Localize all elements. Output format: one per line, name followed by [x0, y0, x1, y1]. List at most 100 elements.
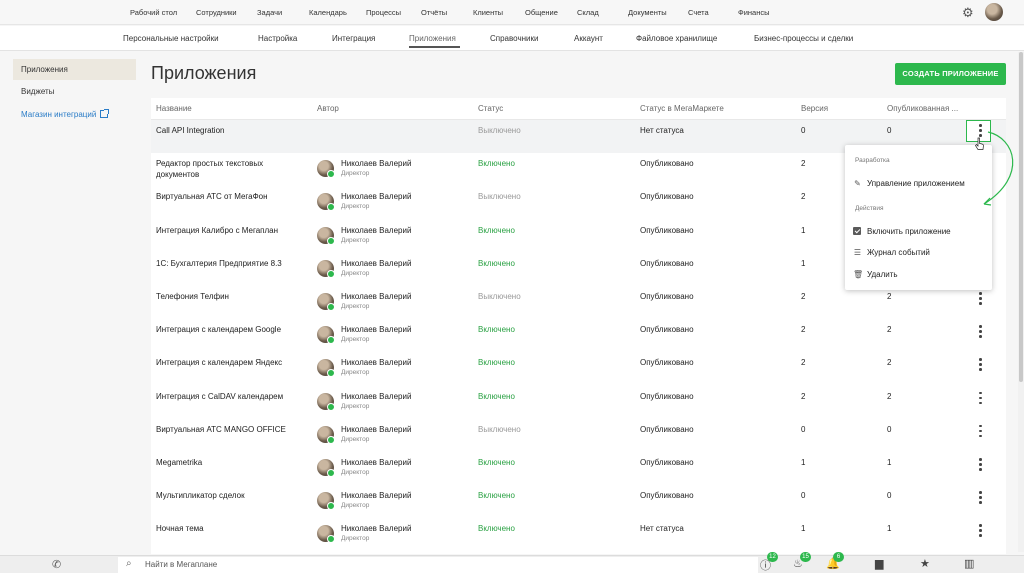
- fire-icon[interactable]: ♨ 15: [793, 552, 811, 570]
- tab-applications[interactable]: Приложения: [409, 34, 456, 43]
- table-row[interactable]: Интеграция с календарем Google Николаев В…: [151, 319, 1006, 352]
- cell-app-name[interactable]: Телефония Телфин: [156, 292, 229, 301]
- topnav-item-warehouse[interactable]: Склад: [577, 8, 599, 17]
- cell-app-name[interactable]: Интеграция с CalDAV календарем: [156, 392, 283, 401]
- cell-app-name[interactable]: Интеграция Калибро с Мегаплан: [156, 226, 278, 235]
- topnav-item-documents[interactable]: Документы: [628, 8, 667, 17]
- cell-version: 0: [801, 491, 806, 501]
- topnav-item-communication[interactable]: Общение: [525, 8, 558, 17]
- topnav-item-calendar[interactable]: Календарь: [309, 8, 347, 17]
- fire-badge: 15: [800, 552, 811, 562]
- global-search[interactable]: ⌕ Найти в Мегаплане: [118, 557, 758, 573]
- more-vertical-icon[interactable]: [975, 424, 985, 439]
- sidebar-item-widgets[interactable]: Виджеты: [13, 81, 136, 102]
- search-icon: ⌕: [126, 558, 132, 569]
- cell-market-status: Опубликовано: [640, 424, 694, 434]
- column-header-name[interactable]: Название: [156, 104, 192, 113]
- column-header-status[interactable]: Статус: [478, 104, 503, 113]
- cell-version: 2: [801, 391, 806, 401]
- cell-author-role: Директор: [341, 236, 370, 244]
- table-row[interactable]: Виртуальная АТС MANGO OFFICE Николаев Вал…: [151, 419, 1006, 452]
- cell-app-name[interactable]: Megametrika: [156, 458, 202, 467]
- gear-icon[interactable]: ⚙: [962, 6, 975, 19]
- cell-app-name[interactable]: Виртуальная АТС от МегаФон: [156, 192, 268, 201]
- tab-directories[interactable]: Справочники: [490, 34, 538, 43]
- cell-app-name[interactable]: Интеграция с календарем Google: [156, 325, 281, 334]
- menu-item-enable-app[interactable]: Включить приложение: [853, 226, 951, 236]
- table-row[interactable]: Megametrika Николаев Валерий Директор Включ…: [151, 452, 1006, 485]
- table-row[interactable]: Интеграция с календарем Яндекс Николаев В…: [151, 352, 1006, 385]
- topnav-item-tasks[interactable]: Задачи: [257, 8, 282, 17]
- menu-item-delete[interactable]: 🗑 Удалить: [853, 270, 898, 279]
- alert-icon[interactable]: ⓘ 12: [760, 552, 778, 573]
- table-row[interactable]: Телефония Телфин Николаев Валерий Директор…: [151, 286, 1006, 319]
- phone-icon[interactable]: ✆: [52, 558, 61, 571]
- more-vertical-icon[interactable]: [975, 325, 985, 339]
- author-avatar: [317, 459, 335, 477]
- cell-author-role: Директор: [341, 435, 370, 443]
- tab-integration[interactable]: Интеграция: [332, 34, 375, 43]
- menu-item-manage-app[interactable]: ✎ Управление приложением: [853, 179, 965, 188]
- scrollbar-thumb[interactable]: [1019, 52, 1023, 382]
- more-vertical-icon[interactable]: [975, 358, 985, 372]
- sidebar: Приложения Виджеты Магазин интеграций: [0, 52, 144, 552]
- column-header-author[interactable]: Автор: [317, 104, 339, 113]
- author-avatar: [317, 525, 335, 544]
- more-vertical-icon[interactable]: [975, 292, 985, 306]
- cell-status: Включено: [478, 225, 515, 235]
- topnav-item-employees[interactable]: Сотрудники: [196, 8, 237, 17]
- cell-market-status: Опубликовано: [640, 258, 694, 268]
- column-header-published[interactable]: Опубликованная ...: [887, 104, 958, 113]
- cell-app-name[interactable]: 1С: Бухгалтерия Предприятие 8.3: [156, 259, 282, 268]
- more-vertical-icon[interactable]: [975, 391, 985, 406]
- cell-published-version: 2: [887, 391, 892, 401]
- chat-icon[interactable]: ▆: [875, 557, 883, 570]
- user-avatar[interactable]: [985, 3, 1003, 21]
- star-icon[interactable]: ★: [920, 557, 930, 570]
- topnav-item-reports[interactable]: Отчёты: [421, 8, 447, 17]
- tab-business-processes[interactable]: Бизнес-процессы и сделки: [754, 34, 853, 43]
- tab-file-storage[interactable]: Файловое хранилище: [636, 34, 717, 43]
- cell-app-name[interactable]: Редактор простых текстовых документов: [156, 158, 306, 180]
- cell-app-name[interactable]: Виртуальная АТС MANGO OFFICE: [156, 425, 286, 434]
- topnav-item-clients[interactable]: Клиенты: [473, 8, 503, 17]
- book-icon[interactable]: ▥: [964, 557, 974, 570]
- tab-account[interactable]: Аккаунт: [574, 34, 603, 43]
- cell-author-role: Директор: [341, 203, 370, 211]
- topnav-item-invoices[interactable]: Счета: [688, 8, 709, 17]
- bell-icon[interactable]: 🔔 6: [826, 552, 844, 570]
- table-row[interactable]: Мультипликатор сделок Николаев Валерий Дир…: [151, 485, 1006, 518]
- column-header-market-status[interactable]: Статус в МегаМаркете: [640, 104, 724, 113]
- menu-section-development: Разработка: [855, 157, 890, 164]
- cell-app-name[interactable]: Call API Integration: [156, 126, 224, 135]
- more-vertical-icon[interactable]: [975, 524, 985, 538]
- cell-app-name[interactable]: Интеграция с календарем Яндекс: [156, 358, 282, 367]
- cell-market-status: Опубликовано: [640, 391, 694, 401]
- cell-published-version: 0: [887, 424, 892, 434]
- cell-app-name[interactable]: Ночная тема: [156, 524, 204, 533]
- page-scrollbar[interactable]: [1018, 52, 1024, 552]
- tab-settings[interactable]: Настройка: [258, 34, 297, 43]
- tab-personal-settings[interactable]: Персональные настройки: [123, 34, 219, 43]
- menu-item-event-log[interactable]: ☰ Журнал событий: [853, 248, 930, 257]
- table-row[interactable]: Ночная тема Николаев Валерий Директор Включ…: [151, 518, 1006, 551]
- create-application-button[interactable]: СОЗДАТЬ ПРИЛОЖЕНИЕ: [895, 63, 1006, 85]
- cell-market-status: Опубликовано: [640, 358, 694, 368]
- cell-market-status: Нет статуса: [640, 524, 684, 534]
- author-avatar: [317, 492, 335, 511]
- more-vertical-icon[interactable]: [975, 491, 985, 505]
- topnav-item-finance[interactable]: Финансы: [738, 8, 770, 17]
- table-row[interactable]: Интеграция с CalDAV календарем Николаев В…: [151, 386, 1006, 419]
- sidebar-item-applications[interactable]: Приложения: [13, 59, 136, 80]
- column-header-version[interactable]: Версия: [801, 104, 828, 113]
- cell-author-name: Николаев Валерий: [341, 358, 412, 368]
- cell-published-version: 2: [887, 292, 892, 301]
- more-vertical-icon[interactable]: [975, 458, 985, 472]
- cell-version: 1: [801, 524, 806, 534]
- cell-author-name: Николаев Валерий: [341, 424, 412, 434]
- topnav-item-desktop[interactable]: Рабочий стол: [130, 8, 177, 17]
- cell-author-name: Николаев Валерий: [341, 192, 412, 202]
- topnav-item-processes[interactable]: Процессы: [366, 8, 401, 17]
- integrations-store-link[interactable]: Магазин интеграций: [21, 109, 110, 119]
- cell-app-name[interactable]: Мультипликатор сделок: [156, 491, 245, 500]
